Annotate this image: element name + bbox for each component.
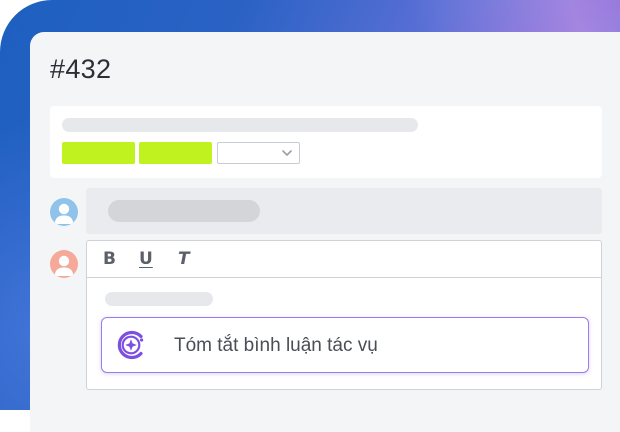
- bold-button[interactable]: B: [103, 249, 116, 269]
- user-icon: [54, 255, 74, 276]
- editor-text-placeholder: [105, 292, 213, 306]
- avatar: [50, 198, 78, 226]
- avatar: [50, 250, 78, 278]
- user-icon: [54, 203, 74, 224]
- title-placeholder: [62, 118, 418, 132]
- tag-badge-2[interactable]: [139, 142, 212, 164]
- editor-toolbar: B U T: [87, 241, 601, 278]
- italic-button[interactable]: T: [178, 249, 190, 269]
- ticket-id: #432: [50, 54, 112, 84]
- comment-editor[interactable]: B U T Tóm tắt bình luận tác vụ: [86, 240, 602, 390]
- status-select[interactable]: [217, 142, 300, 164]
- ticket-info-panel: [50, 106, 602, 178]
- ai-summarize-label: Tóm tắt bình luận tác vụ: [174, 335, 378, 356]
- comment-text-placeholder: [108, 200, 260, 222]
- tag-badge-1[interactable]: [62, 142, 135, 164]
- ai-summarize-button[interactable]: Tóm tắt bình luận tác vụ: [101, 317, 589, 373]
- ticket-card: #432 B U T Tóm tắt bình luận tác vụ: [30, 32, 620, 432]
- underline-button[interactable]: U: [139, 249, 153, 269]
- chevron-down-icon: [282, 150, 292, 156]
- ai-sparkle-icon: [117, 330, 144, 360]
- comment-bubble: [86, 188, 602, 234]
